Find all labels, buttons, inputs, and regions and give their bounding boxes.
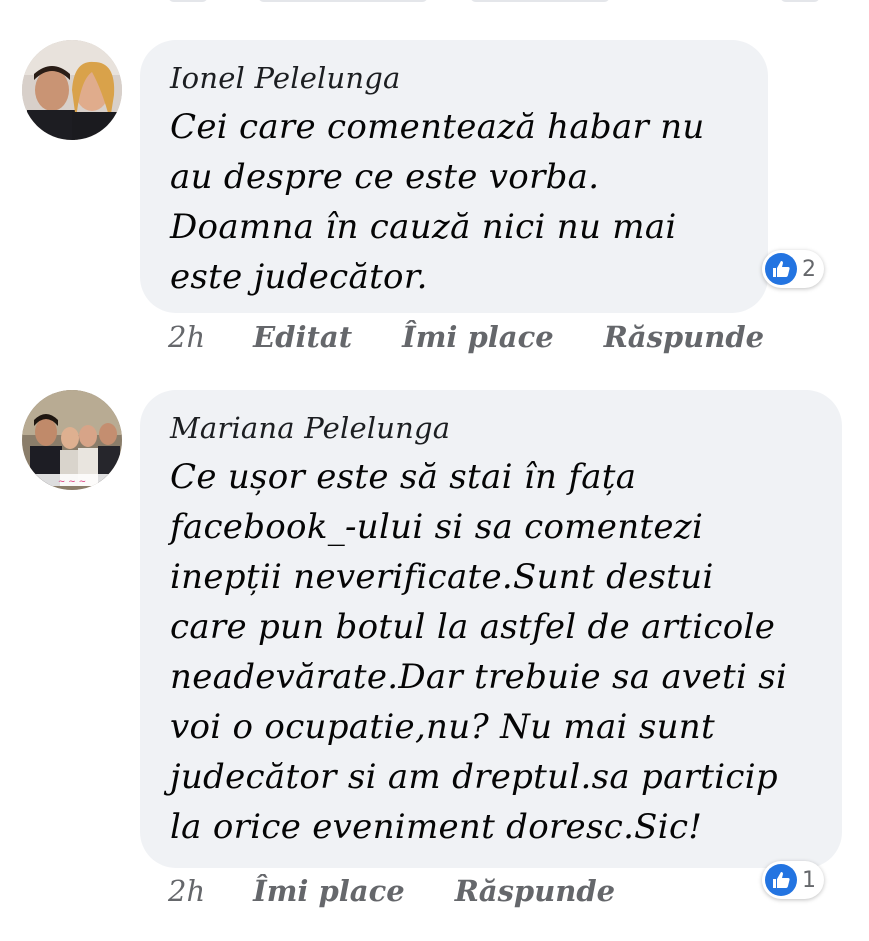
comment-actions: 2h Îmi place Răspunde xyxy=(168,874,665,908)
reaction-count: 1 xyxy=(802,867,816,893)
comment-text: Cei care comentează habar nu au despre c… xyxy=(170,107,705,297)
previous-comment-actions-cut xyxy=(0,0,869,18)
comment-actions: 2h Editat Îmi place Răspunde xyxy=(168,320,814,354)
reaction-count: 2 xyxy=(802,256,816,282)
avatar[interactable]: ~ ~ ~ xyxy=(22,390,122,490)
like-icon xyxy=(765,864,797,896)
author-name[interactable]: Ionel Pelelunga xyxy=(170,58,738,98)
reaction-badge[interactable]: 2 xyxy=(762,250,824,288)
like-button[interactable]: Îmi place xyxy=(402,320,554,354)
reply-button[interactable]: Răspunde xyxy=(604,320,764,354)
timestamp[interactable]: 2h xyxy=(168,874,205,908)
comment-text: Ce ușor este să stai în fața facebook_-u… xyxy=(170,457,788,847)
avatar-photo: ~ ~ ~ xyxy=(22,390,122,490)
like-icon xyxy=(765,253,797,285)
comment-bubble: Ionel Pelelunga Cei care comentează haba… xyxy=(140,40,768,313)
author-name[interactable]: Mariana Pelelunga xyxy=(170,408,812,448)
reaction-badge[interactable]: 1 xyxy=(762,861,824,899)
reply-button[interactable]: Răspunde xyxy=(455,874,615,908)
comment-bubble: Mariana Pelelunga Ce ușor este să stai î… xyxy=(140,390,842,868)
avatar[interactable] xyxy=(22,40,122,140)
like-button[interactable]: Îmi place xyxy=(253,874,405,908)
timestamp[interactable]: 2h xyxy=(168,320,205,354)
avatar-photo xyxy=(22,40,122,140)
svg-text:~ ~ ~: ~ ~ ~ xyxy=(58,477,86,487)
edited-label[interactable]: Editat xyxy=(253,320,352,354)
